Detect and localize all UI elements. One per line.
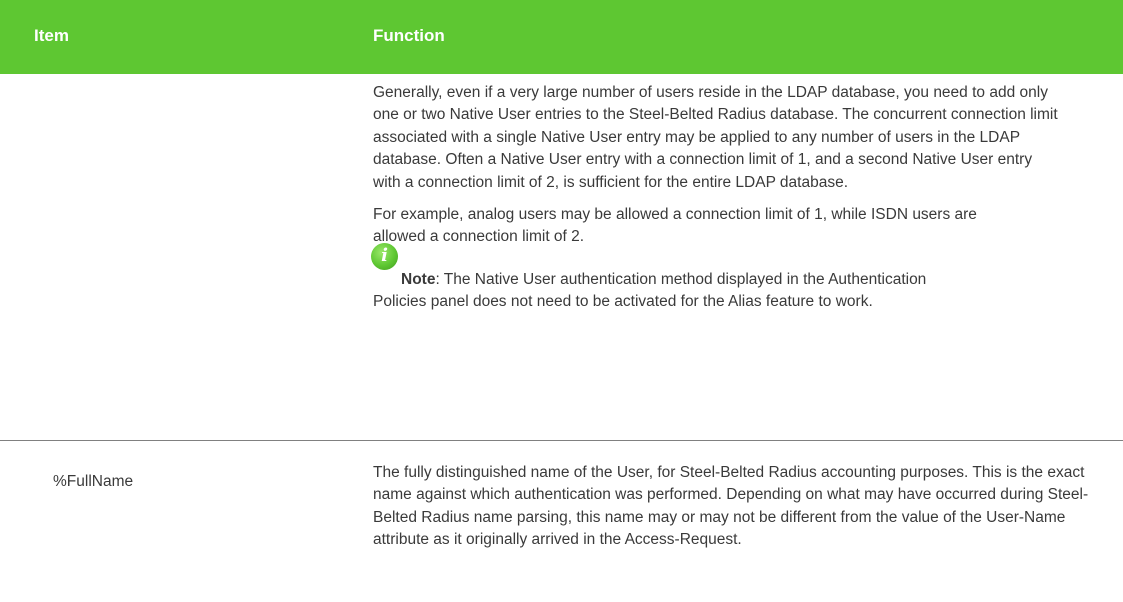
column-header-function: Function xyxy=(373,26,445,45)
function-paragraph: Generally, even if a very large number o… xyxy=(373,84,1058,191)
table-header: Item Function xyxy=(0,0,1123,74)
note-label: Note xyxy=(401,270,436,288)
note-text: : The Native User authentication method … xyxy=(373,270,927,311)
table-row: Generally, even if a very large number o… xyxy=(0,74,1123,441)
info-icon: i xyxy=(371,242,398,270)
function-paragraph: The fully distinguished name of the User… xyxy=(373,464,1089,549)
function-paragraph: For example, analog users may be allowed… xyxy=(373,206,977,246)
function-cell: Generally, even if a very large number o… xyxy=(371,82,1093,314)
table-row: %FullName The fully distinguished name o… xyxy=(0,441,1123,601)
item-cell: %FullName xyxy=(53,473,134,490)
attribute-table: Item Function Generally, even if a very … xyxy=(0,0,1123,601)
function-cell: The fully distinguished name of the User… xyxy=(373,462,1093,562)
note-block: i Note: The Native User authentication m… xyxy=(371,242,973,314)
column-header-item: Item xyxy=(34,26,69,45)
